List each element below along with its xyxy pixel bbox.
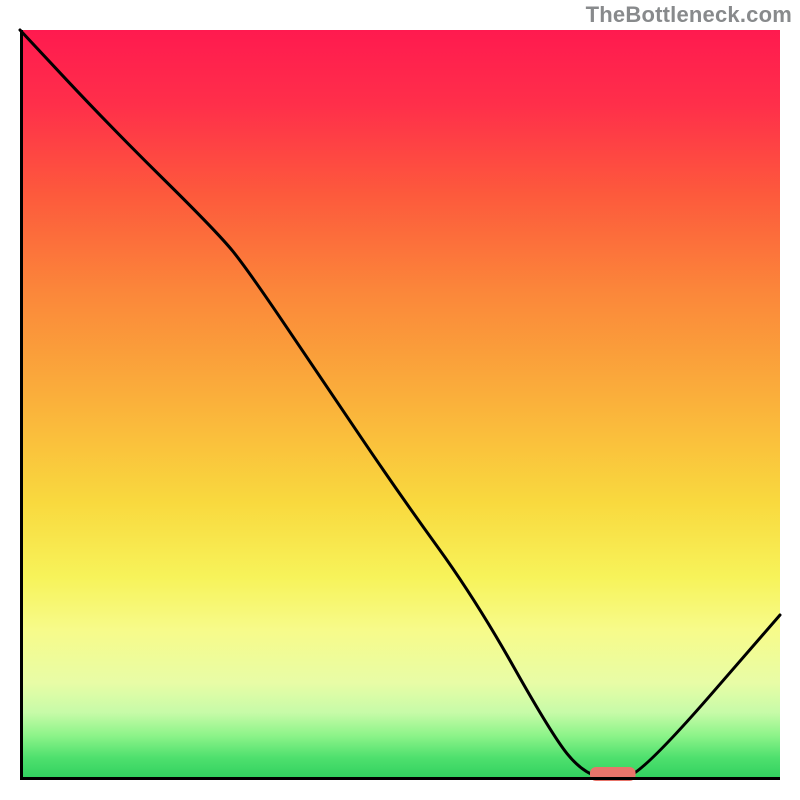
bottleneck-curve-line [20,30,780,778]
chart-container: TheBottleneck.com [0,0,800,800]
bottleneck-curve-svg [20,30,780,780]
watermark-text: TheBottleneck.com [586,2,792,28]
y-axis [20,30,23,780]
x-axis [20,777,780,780]
